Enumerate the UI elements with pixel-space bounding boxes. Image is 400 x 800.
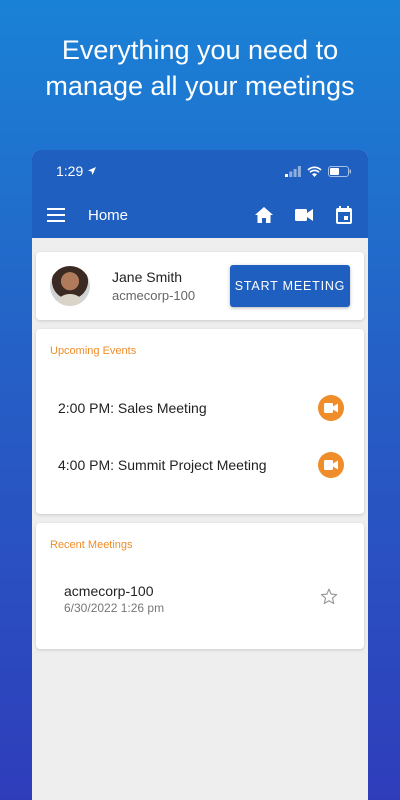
recent-meetings-card: Recent Meetings acmecorp-100 6/30/2022 1… [36, 523, 364, 649]
list-item[interactable]: 2:00 PM: Sales Meeting [36, 379, 364, 436]
user-room: acmecorp-100 [112, 288, 196, 303]
avatar [50, 266, 90, 306]
event-label: 4:00 PM: Summit Project Meeting [58, 456, 267, 473]
list-item[interactable]: 4:00 PM: Summit Project Meeting [36, 436, 364, 493]
star-icon[interactable] [320, 588, 338, 610]
recent-meeting-name: acmecorp-100 [64, 583, 154, 599]
upcoming-events-title: Upcoming Events [50, 345, 137, 357]
video-camera-icon[interactable] [294, 205, 314, 225]
upcoming-events-card: Upcoming Events 2:00 PM: Sales Meeting 4… [36, 329, 364, 514]
status-time: 1:29 [56, 163, 84, 179]
list-item[interactable]: acmecorp-100 6/30/2022 1:26 pm [36, 551, 364, 615]
start-meeting-button[interactable]: START MEETING [230, 265, 350, 307]
event-label: 2:00 PM: Sales Meeting [58, 399, 207, 416]
profile-card: Jane Smith acmecorp-100 START MEETING [36, 252, 364, 320]
join-video-icon[interactable] [318, 451, 344, 478]
status-bar: 1:29 [32, 150, 368, 192]
recent-meetings-title: Recent Meetings [50, 539, 133, 551]
headline-line-1: Everything you need to [61, 35, 339, 65]
page-title: Home [88, 206, 129, 224]
battery-icon [328, 165, 351, 177]
headline: Everything you need to manage all your m… [0, 32, 400, 104]
join-video-icon[interactable] [318, 394, 344, 421]
phone-screen: 1:29 Home Jane Smith acmecorp-100 START … [32, 150, 368, 800]
cellular-signal-icon [285, 165, 301, 177]
home-icon[interactable] [254, 205, 274, 225]
recent-meeting-date: 6/30/2022 1:26 pm [64, 601, 165, 615]
location-arrow-icon [88, 167, 97, 175]
main-content: Jane Smith acmecorp-100 START MEETING Up… [32, 238, 368, 649]
headline-line-2: manage all your meetings [45, 71, 355, 101]
menu-icon[interactable] [46, 205, 66, 225]
wifi-icon [307, 166, 322, 177]
user-name: Jane Smith [112, 269, 183, 285]
calendar-icon[interactable] [334, 205, 354, 225]
app-bar: Home [32, 192, 368, 238]
